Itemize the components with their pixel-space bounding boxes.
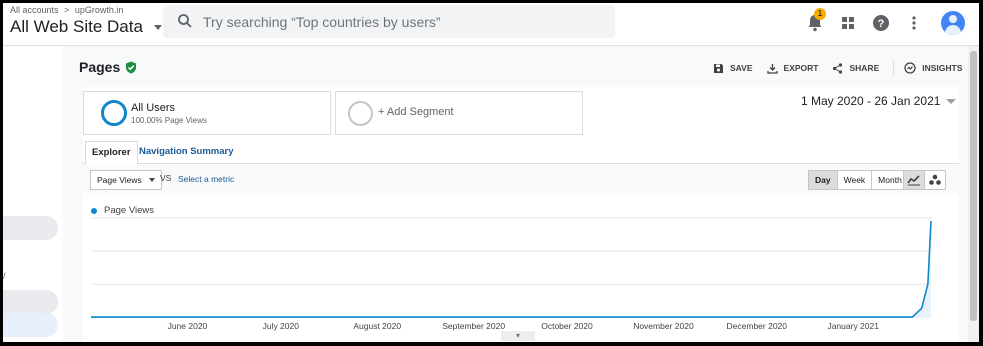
empty-segment-icon: [348, 101, 373, 126]
header-icons: 1 ?: [793, 8, 965, 37]
top-header: All accounts > upGrowth.in All Web Site …: [3, 3, 979, 46]
x-tick-label: October 2020: [541, 321, 593, 331]
metric-dropdown-value: Page Views: [97, 175, 142, 185]
notification-badge: 1: [814, 8, 826, 20]
share-label: SHARE: [849, 63, 880, 73]
avatar-head: [949, 15, 957, 23]
chart-type-toggle: [903, 170, 946, 190]
sidebar-item[interactable]: [3, 290, 58, 314]
page-title: Pages: [79, 59, 137, 75]
actions-divider: [893, 61, 895, 75]
export-button[interactable]: EXPORT: [766, 63, 819, 74]
sidebar: /: [3, 46, 63, 342]
breadcrumb[interactable]: All accounts > upGrowth.in: [10, 5, 126, 15]
x-tick-label: July 2020: [263, 321, 300, 331]
chevron-down-icon: [148, 178, 155, 182]
metric-dropdown[interactable]: Page Views: [90, 170, 162, 190]
line-chart-icon: [907, 175, 920, 186]
series-area: [91, 221, 931, 318]
tab-explorer[interactable]: Explorer: [85, 141, 138, 165]
download-icon: [766, 63, 778, 74]
save-button[interactable]: SAVE: [713, 63, 753, 74]
report-panel: All Users 100.00% Page Views + Add Segme…: [83, 87, 959, 342]
avatar-body: [945, 25, 961, 35]
chart-toolbar: Page Views VS Select a metric Day Week M…: [83, 165, 959, 193]
x-tick-label: September 2020: [442, 321, 505, 331]
apps-grid-icon: [842, 17, 854, 29]
insights-label: INSIGHTS: [922, 63, 963, 73]
x-tick-label: January 2021: [827, 321, 879, 331]
breadcrumb-separator: >: [64, 5, 70, 15]
sidebar-item-active[interactable]: [3, 313, 58, 337]
search-box[interactable]: Try searching “Top countries by users”: [163, 5, 615, 38]
search-icon: [178, 14, 192, 28]
segment-subtitle: 100.00% Page Views: [131, 116, 207, 125]
page-views-chart: June 2020 July 2020 August 2020 September 2…: [91, 217, 932, 331]
x-tick-label: June 2020: [168, 321, 208, 331]
scrollbar-thumb[interactable]: [970, 51, 977, 321]
sidebar-item[interactable]: [3, 216, 58, 240]
date-range-text: 1 May 2020 - 26 Jan 2021: [801, 94, 941, 108]
chevron-down-icon: [946, 98, 957, 104]
select-metric-link[interactable]: Select a metric: [178, 174, 234, 184]
insights-icon: [904, 62, 916, 74]
date-range-picker[interactable]: 1 May 2020 - 26 Jan 2021: [801, 94, 957, 108]
tab-navigation-summary[interactable]: Navigation Summary: [133, 141, 240, 163]
x-tick-label: August 2020: [353, 321, 401, 331]
avatar[interactable]: [941, 11, 965, 35]
breadcrumb-account[interactable]: upGrowth.in: [75, 5, 124, 15]
chart-legend: Page Views: [91, 205, 154, 216]
report-tabs: Explorer Navigation Summary: [83, 141, 959, 165]
legend-label: Page Views: [104, 205, 154, 216]
property-selector[interactable]: All Web Site Data: [10, 17, 162, 37]
share-button[interactable]: SHARE: [832, 62, 880, 74]
chevron-down-icon: [153, 25, 162, 31]
breadcrumb-accounts[interactable]: All accounts: [10, 5, 59, 15]
segment-all-users[interactable]: All Users 100.00% Page Views: [83, 91, 331, 135]
motion-chart-button[interactable]: [925, 171, 945, 189]
vs-label: VS: [160, 173, 172, 183]
report-actions: SAVE EXPORT SHARE INSIGHTS: [713, 61, 976, 75]
legend-dot: [91, 207, 97, 214]
insights-button[interactable]: INSIGHTS: [904, 62, 962, 74]
save-icon: [714, 63, 723, 73]
export-label: EXPORT: [783, 63, 819, 73]
notifications-button[interactable]: 1: [804, 8, 826, 34]
svg-text:?: ?: [878, 18, 885, 30]
apps-button[interactable]: [837, 12, 859, 34]
page-title-text: Pages: [79, 59, 121, 75]
add-segment-button[interactable]: + Add Segment: [335, 91, 583, 135]
line-chart-button[interactable]: [904, 171, 925, 189]
more-vert-icon: [912, 16, 916, 30]
sidebar-truncated-mark: /: [3, 271, 6, 281]
segment-name: All Users: [131, 102, 176, 114]
chart-resize-handle[interactable]: ▾: [501, 331, 535, 341]
help-button[interactable]: ?: [870, 12, 892, 34]
week-button[interactable]: Week: [838, 171, 873, 189]
bubble-chart-icon: [929, 174, 941, 185]
save-label: SAVE: [730, 63, 753, 73]
verified-shield-icon: [126, 61, 137, 73]
series-line-page-views[interactable]: [91, 220, 932, 318]
x-tick-label: November 2020: [633, 321, 694, 331]
property-title: All Web Site Data: [10, 17, 143, 36]
scrollbar[interactable]: [968, 46, 979, 342]
more-menu-button[interactable]: [903, 12, 925, 34]
segment-ring-icon: [101, 100, 127, 126]
search-placeholder: Try searching “Top countries by users”: [203, 14, 441, 30]
day-button[interactable]: Day: [809, 171, 838, 189]
app-frame: All accounts > upGrowth.in All Web Site …: [3, 3, 979, 342]
granularity-toggle: Day Week Month: [808, 170, 909, 190]
add-segment-label: + Add Segment: [378, 106, 454, 118]
share-icon: [833, 62, 843, 74]
help-icon: ?: [873, 15, 889, 31]
x-tick-label: December 2020: [727, 321, 788, 331]
